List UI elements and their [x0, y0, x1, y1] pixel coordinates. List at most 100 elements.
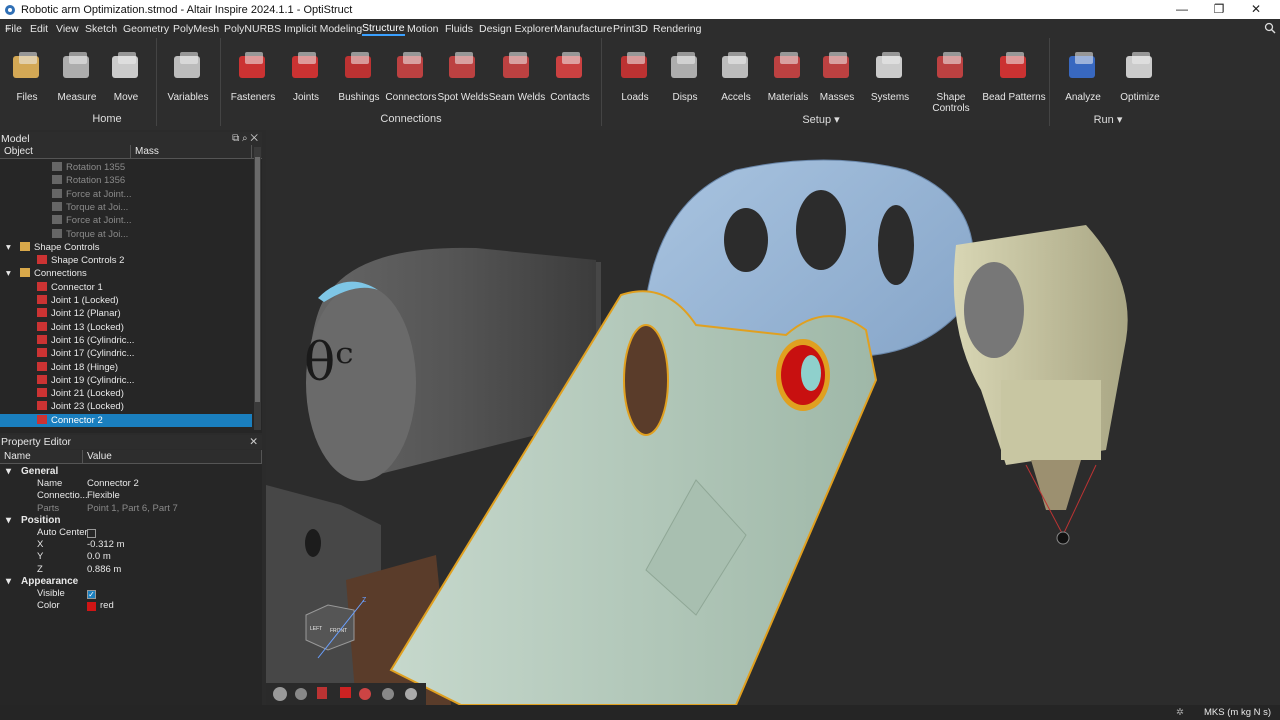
- object-icon: [52, 162, 62, 171]
- model-scrollbar[interactable]: [254, 147, 261, 430]
- tree-row[interactable]: Connector 2: [0, 413, 252, 427]
- tree-row[interactable]: Joint 13 (Locked): [0, 321, 252, 334]
- tool-contacts[interactable]: Contacts: [538, 46, 602, 103]
- selection-filter-icon[interactable]: [340, 687, 351, 698]
- tree-row[interactable]: Rotation 1356: [0, 174, 252, 187]
- menu-polymesh[interactable]: PolyMesh: [173, 23, 219, 35]
- close-window-button[interactable]: ✕: [1238, 0, 1274, 19]
- menu-sketch[interactable]: Sketch: [85, 23, 117, 35]
- section-icon[interactable]: [317, 687, 327, 699]
- collapse-toggle-icon[interactable]: ▾: [6, 466, 11, 478]
- tree-row-label: Connector 2: [51, 414, 103, 426]
- property-row[interactable]: Connectio... Flexible: [0, 490, 262, 502]
- menu-file[interactable]: File: [5, 23, 22, 35]
- property-value[interactable]: 0.0 m: [87, 551, 111, 563]
- menu-structure[interactable]: Structure: [362, 22, 405, 36]
- tool-analyze[interactable]: Analyze: [1051, 46, 1115, 103]
- tool-variables[interactable]: Variables: [156, 46, 220, 103]
- collapse-toggle-icon[interactable]: ▾: [6, 515, 11, 527]
- menu-print3d[interactable]: Print3D: [613, 23, 648, 35]
- property-value[interactable]: 0.886 m: [87, 564, 121, 576]
- property-key: Auto Center: [37, 527, 88, 538]
- property-value[interactable]: Point 1, Part 6, Part 7: [87, 503, 178, 515]
- property-value[interactable]: Flexible: [87, 490, 120, 502]
- tree-row[interactable]: Joint 16 (Cylindric...: [0, 334, 252, 347]
- render-mode-icon[interactable]: [405, 688, 417, 700]
- tool-move[interactable]: Move: [94, 46, 158, 103]
- tool-systems[interactable]: Systems: [858, 46, 922, 103]
- settings-gear-icon[interactable]: ✲: [1176, 705, 1184, 720]
- property-row[interactable]: Color red: [0, 600, 262, 612]
- expand-toggle-icon[interactable]: ▾: [6, 267, 11, 280]
- object-icon: [52, 188, 62, 198]
- menu-manufacture[interactable]: Manufacture: [554, 23, 612, 35]
- group-home: Home: [92, 113, 122, 125]
- units-selector[interactable]: MKS (m kg N s): [1204, 705, 1271, 720]
- search-icon[interactable]: [1264, 22, 1276, 34]
- menu-design-explorer[interactable]: Design Explorer: [479, 23, 554, 35]
- tree-row[interactable]: Joint 19 (Cylindric...: [0, 374, 252, 387]
- property-value[interactable]: -0.312 m: [87, 539, 125, 551]
- property-section-appearance[interactable]: ▾ Appearance: [0, 576, 262, 588]
- tree-row[interactable]: ▾ Shape Controls: [0, 241, 252, 254]
- property-row[interactable]: Z 0.886 m: [0, 564, 262, 576]
- tree-row[interactable]: Joint 23 (Locked): [0, 400, 252, 413]
- menu-motion[interactable]: Motion: [407, 23, 439, 35]
- property-section-general[interactable]: ▾ General: [0, 466, 262, 478]
- tree-row[interactable]: ▾ Connections: [0, 267, 252, 280]
- property-row[interactable]: Parts Point 1, Part 6, Part 7: [0, 503, 262, 515]
- tree-row[interactable]: Rotation 1355: [0, 161, 252, 174]
- tree-row[interactable]: Joint 12 (Planar): [0, 307, 252, 320]
- color-swatch[interactable]: [87, 602, 96, 612]
- move-icon: [106, 46, 146, 86]
- property-value[interactable]: red: [100, 600, 114, 612]
- column-object[interactable]: Object: [0, 145, 131, 158]
- menu-geometry[interactable]: Geometry: [123, 23, 169, 35]
- checkbox[interactable]: ✓: [87, 590, 96, 599]
- zoom-fit-icon[interactable]: [359, 688, 371, 700]
- tree-row[interactable]: Joint 1 (Locked): [0, 294, 252, 307]
- 3d-viewport[interactable]: θᶜ LEFT FRONT Z: [266, 130, 1280, 705]
- property-row[interactable]: Y 0.0 m: [0, 551, 262, 563]
- property-row[interactable]: Name Connector 2: [0, 478, 262, 490]
- column-mass[interactable]: Mass: [131, 145, 252, 158]
- tree-row[interactable]: Force at Joint...: [0, 188, 252, 201]
- close-panel-icon[interactable]: ✕: [249, 435, 258, 449]
- tree-row[interactable]: Joint 21 (Locked): [0, 387, 252, 400]
- property-section-position[interactable]: ▾ Position: [0, 515, 262, 527]
- panel-controls[interactable]: ⧉ ⌕ ✕: [232, 132, 258, 146]
- property-value[interactable]: Connector 2: [87, 478, 139, 490]
- property-row[interactable]: Auto Center: [0, 527, 262, 539]
- restore-button[interactable]: ❐: [1201, 0, 1237, 19]
- tool-shape-controls[interactable]: Shape Controls: [919, 46, 983, 114]
- camera-icon[interactable]: [382, 688, 394, 700]
- expand-toggle-icon[interactable]: ▾: [6, 241, 11, 254]
- menu-view[interactable]: View: [56, 23, 79, 35]
- tool-optimize[interactable]: Optimize: [1108, 46, 1172, 103]
- app-icon: [5, 4, 15, 15]
- menu-implicit-modeling[interactable]: Implicit Modeling: [284, 23, 362, 35]
- group-run[interactable]: Run ▾: [1088, 113, 1128, 126]
- tree-row[interactable]: Torque at Joi...: [0, 228, 252, 241]
- minimize-button[interactable]: —: [1164, 0, 1200, 19]
- collapse-toggle-icon[interactable]: ▾: [6, 576, 11, 588]
- scrollbar-thumb[interactable]: [255, 157, 260, 402]
- tree-row[interactable]: Shape Controls 2: [0, 254, 252, 267]
- tree-row[interactable]: Joint 17 (Cylindric...: [0, 347, 252, 360]
- property-row[interactable]: Visible ✓: [0, 588, 262, 600]
- menu-rendering[interactable]: Rendering: [653, 23, 701, 35]
- property-row[interactable]: X -0.312 m: [0, 539, 262, 551]
- view-shading-icon[interactable]: [273, 687, 287, 701]
- tree-row[interactable]: Connector 1: [0, 281, 252, 294]
- menu-edit[interactable]: Edit: [30, 23, 48, 35]
- menu-fluids[interactable]: Fluids: [445, 23, 473, 35]
- menu-polynurbs[interactable]: PolyNURBS: [224, 23, 281, 35]
- tool-bead-patterns[interactable]: Bead Patterns: [982, 46, 1046, 103]
- checkbox[interactable]: [87, 529, 96, 538]
- model-render[interactable]: θᶜ LEFT FRONT Z: [266, 130, 1280, 705]
- tree-row[interactable]: Force at Joint...: [0, 214, 252, 227]
- tree-row[interactable]: Torque at Joi...: [0, 201, 252, 214]
- view-mode-icon[interactable]: [295, 688, 307, 700]
- group-setup[interactable]: Setup ▾: [795, 113, 847, 126]
- tree-row[interactable]: Joint 18 (Hinge): [0, 361, 252, 374]
